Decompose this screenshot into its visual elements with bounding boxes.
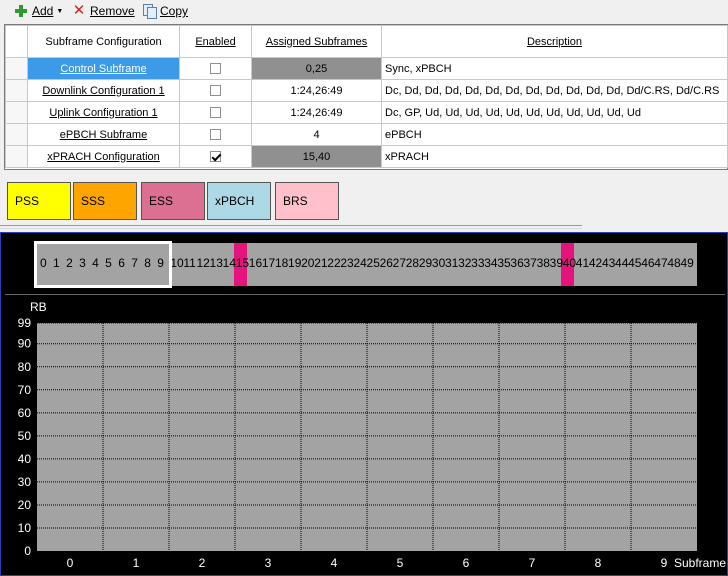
x-axis-label: Subframe	[674, 556, 726, 570]
x-tick-label: 8	[595, 556, 602, 570]
y-tick-label: 50	[18, 429, 32, 443]
x-tick-label: 7	[529, 556, 536, 570]
y-tick-label: 20	[18, 498, 32, 512]
y-axis-label: RB	[30, 300, 47, 314]
y-tick-label: 60	[18, 406, 32, 420]
resource-block-chart: 0 10 20 30 40 50 60 70 80 90 99 0 1 2 3 4 5 6 7 8 9 RB Subfram…	[18, 300, 727, 570]
x-tick-label: 5	[397, 556, 404, 570]
x-tick-label: 3	[265, 556, 272, 570]
x-tick-label: 2	[199, 556, 206, 570]
x-tick-label: 9	[661, 556, 668, 570]
x-tick-label: 6	[463, 556, 470, 570]
y-tick-label: 0	[24, 544, 31, 558]
y-tick-label: 30	[18, 475, 32, 489]
y-tick-label: 90	[18, 337, 32, 351]
y-tick-label: 10	[18, 521, 32, 535]
x-tick-label: 0	[67, 556, 74, 570]
x-tick-label: 1	[133, 556, 140, 570]
y-tick-label: 80	[18, 360, 32, 374]
y-tick-label: 99	[18, 316, 32, 330]
y-tick-label: 70	[18, 383, 32, 397]
x-tick-label: 4	[331, 556, 338, 570]
y-tick-label: 40	[18, 452, 32, 466]
